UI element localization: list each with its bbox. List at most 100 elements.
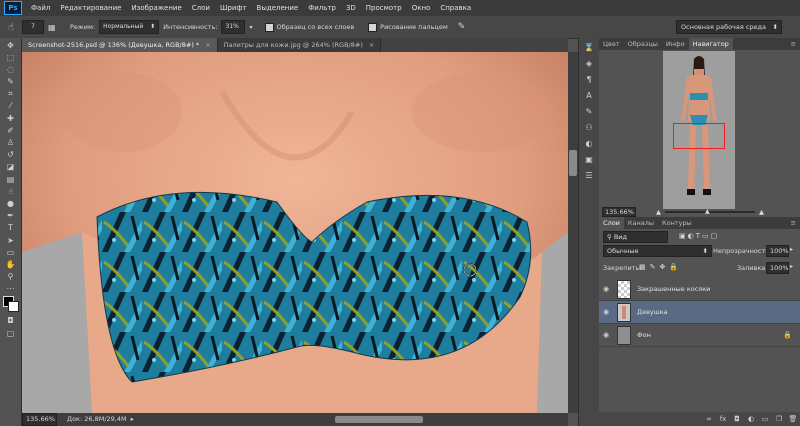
opacity-arrow-icon[interactable]: ▸ (790, 246, 793, 253)
new-layer-icon[interactable]: ❐ (774, 415, 784, 423)
smudge-tool-icon[interactable]: ☝ (0, 22, 22, 33)
pen-tool-icon[interactable]: ✒ (4, 211, 18, 221)
more-tools-icon[interactable]: ⋯ (4, 284, 18, 294)
shape-tool-icon[interactable]: ▭ (4, 247, 18, 257)
eraser-tool-icon[interactable]: ◪ (4, 162, 18, 172)
tab-channels[interactable]: Каналы (624, 217, 658, 229)
link-layers-icon[interactable]: ∞ (704, 415, 714, 423)
horizontal-scroll-thumb[interactable] (335, 416, 423, 423)
zoom-level-field[interactable]: 135.66% (22, 413, 57, 426)
navigator-view-rectangle[interactable] (673, 123, 725, 149)
dodge-tool-icon[interactable]: ● (4, 198, 18, 208)
fill-field[interactable]: 100% (766, 262, 789, 274)
layer-row[interactable]: ◉ Фон 🔒 (599, 324, 800, 347)
vertical-scrollbar[interactable] (568, 52, 578, 413)
sample-all-checkbox[interactable] (264, 22, 274, 32)
layer-filter-select[interactable]: ⚲ Вид (603, 231, 668, 243)
menu-3d[interactable]: 3D (341, 4, 361, 12)
tab-color[interactable]: Цвет (599, 38, 624, 50)
menu-window[interactable]: Окно (407, 4, 436, 12)
brush-size-picker[interactable]: 7 (22, 20, 44, 34)
brush-presets-icon[interactable]: ✎ (583, 107, 595, 117)
type-tool-icon[interactable]: T (4, 223, 18, 233)
healing-tool-icon[interactable]: ✚ (4, 113, 18, 123)
tab-info[interactable]: Инфо (662, 38, 689, 50)
finger-painting-checkbox[interactable] (368, 22, 378, 32)
adjustments-icon[interactable]: ◐ (583, 139, 595, 149)
stamp-tool-icon[interactable]: ♙ (4, 138, 18, 148)
zoom-out-icon[interactable]: ▲ (656, 208, 661, 216)
character-icon[interactable]: A (583, 91, 595, 101)
color-swatches[interactable] (3, 295, 23, 314)
3d-icon[interactable]: ◈ (583, 59, 595, 69)
tab-swatches[interactable]: Образцы (624, 38, 662, 50)
styles-icon[interactable]: ▣ (583, 155, 595, 165)
layer-style-icon[interactable]: fx (718, 415, 728, 423)
tab-paths[interactable]: Контуры (658, 217, 696, 229)
layer-row[interactable]: ◉ Закрашенные косяки (599, 278, 800, 301)
gradient-tool-icon[interactable]: ▤ (4, 174, 18, 184)
close-icon[interactable]: × (205, 41, 210, 49)
menu-help[interactable]: Справка (435, 4, 476, 12)
menu-view[interactable]: Просмотр (361, 4, 407, 12)
status-menu-arrow-icon[interactable]: ▸ (131, 413, 134, 426)
panel-menu-icon[interactable]: ≡ (787, 217, 800, 229)
workspace-select[interactable]: Основная рабочая среда ⬍ (676, 20, 782, 34)
opacity-field[interactable]: 100% (766, 245, 789, 257)
layer-row-selected[interactable]: ◉ Девушка (599, 301, 800, 324)
new-group-icon[interactable]: ▭ (760, 415, 770, 423)
eye-icon[interactable]: ◉ (599, 308, 613, 316)
marquee-tool-icon[interactable]: ⬚ (4, 52, 18, 62)
delete-layer-icon[interactable]: 🗑 (788, 415, 798, 423)
tab-screenshot-psd[interactable]: Screenshot-2516.psd @ 136% (Девушка, RGB… (22, 38, 218, 52)
zoom-tool-icon[interactable]: ⚲ (4, 272, 18, 282)
navigator-zoom-slider[interactable]: ▲ (665, 208, 755, 215)
path-select-tool-icon[interactable]: ➤ (4, 235, 18, 245)
zoom-in-icon[interactable]: ▲ (759, 208, 764, 216)
quick-mask-icon[interactable]: ◘ (4, 316, 18, 326)
blend-mode-select[interactable]: Обычные ⬍ (603, 245, 712, 257)
paragraph-icon[interactable]: ¶ (583, 75, 595, 85)
tab-navigator[interactable]: Навигатор (688, 38, 733, 50)
tab-skin-palettes[interactable]: Палитры для кожи.jpg @ 264% (RGB/8#) × (217, 38, 382, 52)
move-tool-icon[interactable]: ✥ (4, 40, 18, 50)
fill-arrow-icon[interactable]: ▸ (790, 263, 793, 270)
navigator-zoom-value[interactable]: 135.66% (602, 207, 636, 217)
eyedropper-tool-icon[interactable]: ⁄ (4, 101, 18, 111)
menu-image[interactable]: Изображение (126, 4, 186, 12)
eye-icon[interactable]: ◉ (599, 285, 613, 293)
smudge-tool-icon[interactable]: ☝ (4, 186, 18, 196)
document-canvas[interactable] (22, 52, 568, 413)
close-icon[interactable]: × (369, 41, 374, 49)
tab-layers[interactable]: Слои (599, 217, 624, 229)
history-brush-tool-icon[interactable]: ↺ (4, 150, 18, 160)
clone-source-icon[interactable]: ⚇ (583, 123, 595, 133)
crop-tool-icon[interactable]: ⌗ (4, 89, 18, 99)
menu-file[interactable]: Файл (26, 4, 55, 12)
background-color-swatch[interactable] (8, 300, 19, 312)
intensity-slider-arrow-icon[interactable]: ▾ (249, 24, 252, 31)
screen-mode-icon[interactable]: ▢ (4, 328, 18, 338)
lock-icons[interactable]: ▦✎✥🔒 (639, 263, 682, 271)
layer-filter-icons[interactable]: ▣◐T▭▢ (679, 232, 719, 240)
eye-icon[interactable]: ◉ (599, 331, 613, 339)
menu-type[interactable]: Шрифт (215, 4, 252, 12)
add-mask-icon[interactable]: ◘ (732, 415, 742, 423)
menu-layers[interactable]: Слои (187, 4, 215, 12)
quick-select-tool-icon[interactable]: ✎ (4, 77, 18, 87)
mode-select[interactable]: Нормальный ⬍ (99, 20, 160, 34)
navigator-preview[interactable] (663, 51, 735, 209)
intensity-field[interactable]: 31% (221, 20, 246, 34)
brush-panel-icon[interactable]: ▦ (48, 23, 62, 32)
menu-edit[interactable]: Редактирование (55, 4, 126, 12)
properties-icon[interactable]: ☰ (583, 171, 595, 181)
panel-menu-icon[interactable]: ≡ (787, 38, 800, 50)
menu-filter[interactable]: Фильтр (303, 4, 341, 12)
adjustment-layer-icon[interactable]: ◐ (746, 415, 756, 423)
pressure-icon[interactable]: ✎ (458, 22, 466, 32)
vertical-scroll-thumb[interactable] (569, 150, 577, 176)
lasso-tool-icon[interactable]: ◌ (4, 64, 18, 74)
slider-handle-icon[interactable]: ▲ (705, 208, 710, 215)
hand-tool-icon[interactable]: ✋ (4, 259, 18, 269)
menu-select[interactable]: Выделение (252, 4, 304, 12)
